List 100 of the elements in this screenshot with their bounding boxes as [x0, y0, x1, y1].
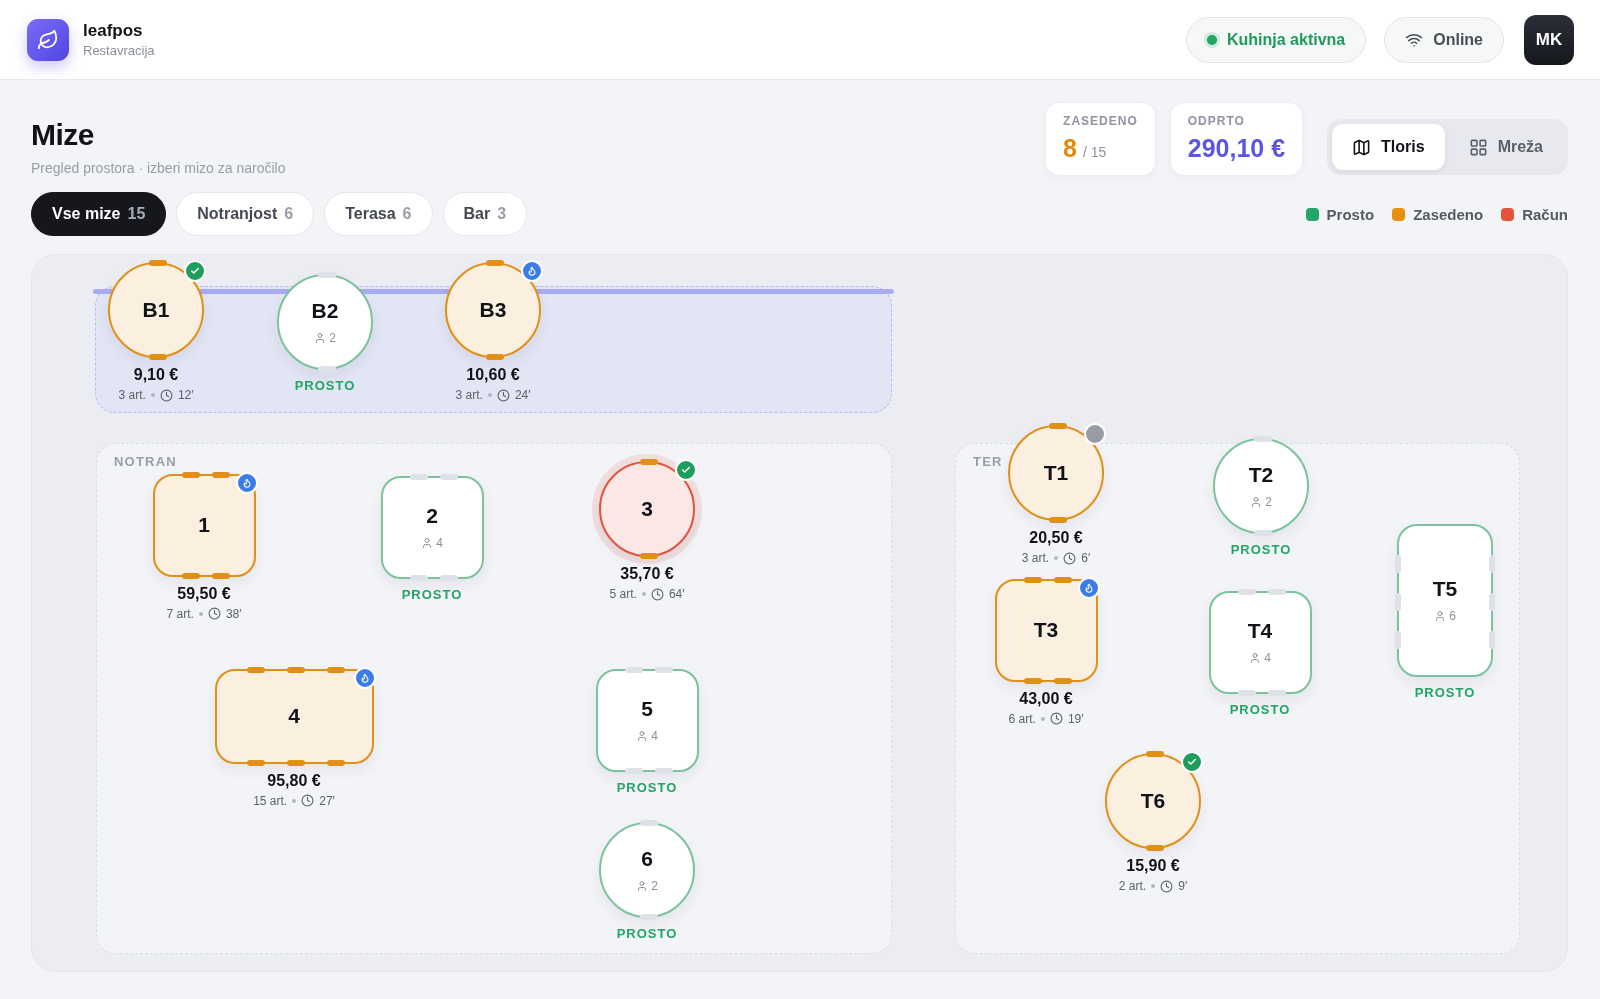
- chair-icon: [149, 260, 167, 266]
- table[interactable]: 1: [152, 473, 256, 577]
- status-label: PROSTO: [1414, 684, 1476, 700]
- view-tab[interactable]: Tloris: [1332, 124, 1445, 170]
- chair-icon: [1395, 593, 1401, 611]
- seats-count: 6: [1434, 609, 1456, 623]
- chair-icon: [624, 767, 643, 774]
- filter-tab[interactable]: Terasa 6: [324, 192, 433, 236]
- chair-icon: [640, 553, 658, 559]
- chair-icon: [1237, 588, 1256, 595]
- elapsed-time: 12′: [177, 388, 194, 402]
- table-total: 15,90 €: [1126, 857, 1180, 875]
- seats-count: 2: [636, 879, 658, 893]
- table[interactable]: 2 4: [380, 475, 484, 579]
- zone-label: TER: [973, 454, 1003, 469]
- table-name: 2: [426, 504, 438, 528]
- elapsed-time: 38′: [225, 606, 242, 621]
- seats-count: 2: [314, 331, 336, 345]
- chair-icon: [486, 354, 504, 360]
- clock-icon: [1049, 712, 1063, 725]
- chair-icon: [1146, 751, 1164, 757]
- chair-icon: [247, 666, 266, 673]
- chair-icon: [287, 759, 305, 766]
- chair-icon: [212, 572, 231, 579]
- filter-tab[interactable]: Bar 3: [442, 192, 528, 236]
- chair-icon: [326, 759, 345, 766]
- item-count: 2 art.: [1118, 879, 1147, 893]
- table[interactable]: T3: [994, 578, 1098, 682]
- table-name: T6: [1140, 789, 1166, 813]
- chair-icon: [1489, 554, 1495, 573]
- table-name: 6: [641, 847, 653, 871]
- separator-dot: [198, 611, 203, 616]
- table-total: 59,50 €: [177, 584, 231, 603]
- chair-icon: [1268, 689, 1287, 696]
- table[interactable]: T5 6: [1397, 523, 1493, 677]
- table-name: T5: [1432, 577, 1458, 601]
- clock-icon: [301, 794, 315, 807]
- legend-label: Zasedeno: [1413, 205, 1484, 223]
- chair-icon: [486, 260, 504, 266]
- chair-icon: [318, 272, 336, 278]
- item-count: 6 art.: [1008, 711, 1036, 726]
- filter-tab[interactable]: Vse mize 15: [31, 192, 167, 236]
- clock-icon: [1160, 879, 1174, 893]
- legend-label: Račun: [1522, 205, 1568, 223]
- table-name: B2: [311, 299, 339, 323]
- seats-count: 4: [1249, 651, 1271, 665]
- item-count: 3 art.: [118, 388, 146, 402]
- chair-icon: [318, 366, 336, 372]
- table[interactable]: 5 4: [595, 668, 699, 772]
- chair-icon: [655, 767, 674, 774]
- stat-label: ODPRTO: [1187, 114, 1246, 128]
- chair-icon: [1146, 845, 1164, 851]
- chair-icon: [440, 473, 459, 480]
- table-name: T3: [1033, 618, 1059, 642]
- status-label: PROSTO: [1229, 701, 1291, 717]
- chair-icon: [1023, 677, 1042, 684]
- table[interactable]: T4 4: [1208, 590, 1312, 694]
- item-count: 3 art.: [455, 388, 483, 402]
- table-name: T2: [1248, 463, 1274, 487]
- table-total: 10,60 €: [466, 366, 520, 384]
- chair-icon: [655, 666, 674, 673]
- seats-count: 2: [1250, 495, 1272, 509]
- chair-icon: [326, 666, 345, 673]
- table[interactable]: 4: [214, 668, 374, 764]
- elapsed-time: 24′: [514, 388, 531, 402]
- elapsed-time: 64′: [668, 587, 685, 601]
- app-subtitle: Restavracija: [83, 43, 155, 58]
- separator-dot: [1151, 884, 1156, 888]
- chair-icon: [640, 914, 658, 920]
- clock-icon: [207, 607, 221, 620]
- chair-icon: [287, 666, 305, 673]
- chair-icon: [1054, 576, 1073, 583]
- table[interactable]: B3: [445, 262, 541, 358]
- chair-icon: [1023, 576, 1042, 583]
- separator-dot: [1040, 716, 1045, 721]
- app-name: leafpos: [83, 21, 144, 41]
- chair-icon: [1268, 588, 1287, 595]
- status-label: PROSTO: [1230, 542, 1292, 557]
- separator-dot: [641, 592, 646, 596]
- table[interactable]: B1: [108, 262, 204, 358]
- chair-icon: [1489, 593, 1495, 611]
- table-name: 4: [288, 704, 300, 728]
- view-tab[interactable]: Mreža: [1448, 124, 1563, 170]
- chair-icon: [440, 574, 459, 581]
- connection-status[interactable]: Online: [1384, 16, 1504, 63]
- grid-icon: [1468, 137, 1488, 157]
- table-total: 35,70 €: [620, 565, 674, 583]
- filter-tab[interactable]: Notranjost 6: [176, 192, 315, 236]
- status-label: PROSTO: [401, 586, 463, 602]
- seats-count: 4: [636, 729, 658, 743]
- seats-count: 4: [421, 536, 443, 550]
- chair-icon: [212, 471, 231, 478]
- stat-label: ZASEDENO: [1063, 114, 1138, 128]
- item-count: 5 art.: [609, 587, 637, 601]
- chair-icon: [1049, 517, 1067, 523]
- separator-dot: [487, 393, 492, 397]
- table-total: 95,80 €: [267, 771, 321, 790]
- separator-dot: [1054, 556, 1059, 560]
- user-avatar[interactable]: MK: [1524, 14, 1574, 65]
- clock-icon: [1063, 551, 1077, 565]
